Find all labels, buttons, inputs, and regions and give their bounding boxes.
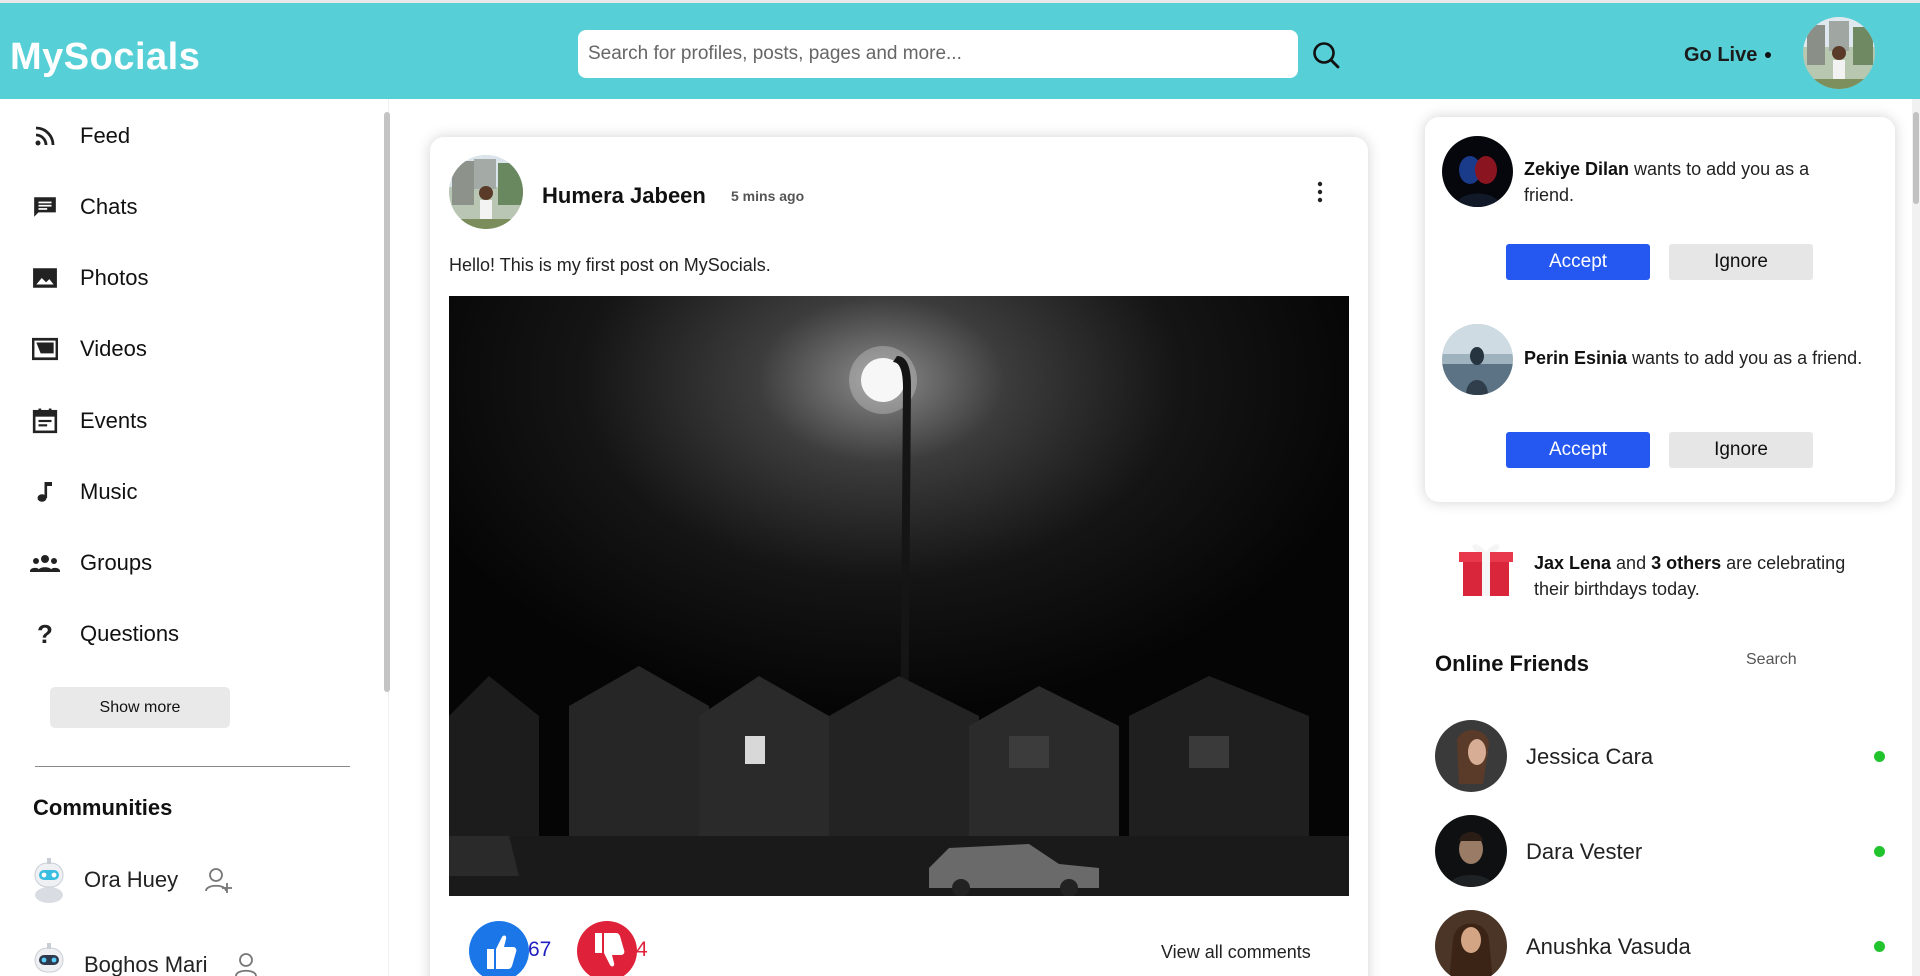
- more-options-icon[interactable]: [1310, 179, 1330, 205]
- online-friend-item[interactable]: Dara Vester: [1435, 815, 1885, 887]
- post-text: Hello! This is my first post on MySocial…: [449, 255, 771, 275]
- sidebar-item-label: Groups: [80, 550, 153, 575]
- online-friend-item[interactable]: Anushka Vasuda: [1435, 910, 1885, 976]
- rss-icon: [30, 121, 60, 151]
- sidebar-item-label: Chats: [80, 194, 138, 219]
- sidebar-item-label: Videos: [80, 336, 147, 361]
- friend-avatar: [1435, 815, 1507, 887]
- online-friends-title: Online Friends: [1435, 651, 1590, 676]
- add-friend-icon[interactable]: [204, 865, 234, 895]
- online-status-dot: [1874, 846, 1885, 857]
- search-box[interactable]: [578, 30, 1298, 78]
- request-message: Zekiye Dilan wants to add you as a frien…: [1524, 159, 1810, 205]
- like-count: 67: [528, 938, 552, 961]
- sidebar-item-label: Events: [80, 408, 148, 433]
- accept-button[interactable]: Accept: [1506, 244, 1650, 280]
- question-icon: ?: [37, 618, 53, 649]
- post-card: Humera Jabeen 5 mins ago Hello! This is …: [430, 137, 1368, 976]
- post-author-name[interactable]: Humera Jabeen: [542, 183, 706, 209]
- thumbs-down-icon: [595, 933, 625, 967]
- app-logo[interactable]: MySocials: [10, 36, 200, 79]
- sidebar-divider: [35, 766, 350, 767]
- friend-name: Anushka Vasuda: [1526, 934, 1691, 959]
- friend-requests-card: Zekiye Dilan wants to add you as a frien…: [1425, 117, 1895, 502]
- sidebar-item-label: Music: [80, 479, 138, 504]
- post-timestamp: 5 mins ago: [731, 188, 805, 204]
- online-status-dot: [1874, 751, 1885, 762]
- request-name[interactable]: Perin Esinia: [1524, 348, 1627, 368]
- sidebar-item-feed[interactable]: Feed: [30, 116, 130, 156]
- search-input[interactable]: [578, 30, 1298, 78]
- request-name[interactable]: Zekiye Dilan: [1524, 159, 1629, 179]
- request-avatar[interactable]: [1442, 324, 1513, 395]
- sidebar-item-photos[interactable]: Photos: [30, 258, 149, 298]
- robot-avatar-icon: [34, 943, 64, 973]
- post-author-avatar[interactable]: [449, 155, 523, 229]
- communities-title: Communities: [33, 795, 173, 820]
- sidebar-item-label: Feed: [80, 123, 131, 148]
- top-bar: MySocials Go Live: [0, 0, 1920, 99]
- accept-button[interactable]: Accept: [1506, 432, 1650, 468]
- sidebar-item-label: Photos: [80, 265, 149, 290]
- sidebar-item-events[interactable]: Events: [30, 401, 147, 441]
- left-sidebar: Feed Chats Photos Videos Events Music Gr…: [0, 99, 388, 976]
- sidebar-item-label: Questions: [80, 621, 180, 646]
- ignore-button[interactable]: Ignore: [1669, 432, 1813, 468]
- sidebar-item-groups[interactable]: Groups: [30, 543, 152, 583]
- sidebar-scrollbar[interactable]: [384, 112, 390, 692]
- view-comments-link[interactable]: View all comments: [1161, 942, 1311, 963]
- go-live-button[interactable]: Go Live: [1684, 44, 1757, 67]
- video-icon: [30, 334, 60, 364]
- show-more-button[interactable]: Show more: [50, 687, 230, 728]
- community-item[interactable]: Ora Huey: [28, 857, 234, 903]
- page-scrollbar-thumb[interactable]: [1913, 112, 1919, 204]
- go-live-dot-icon: [1765, 52, 1771, 58]
- photo-icon: [30, 263, 60, 293]
- music-note-icon: [30, 477, 60, 507]
- groups-icon: [30, 548, 60, 578]
- user-avatar[interactable]: [1803, 17, 1875, 89]
- friend-name: Jessica Cara: [1526, 744, 1654, 769]
- community-name: Ora Huey: [84, 867, 179, 892]
- page-scrollbar-track[interactable]: [1912, 99, 1920, 976]
- dislike-count: 4: [636, 938, 648, 961]
- sidebar-item-music[interactable]: Music: [30, 472, 137, 512]
- friend-avatar: [1435, 720, 1507, 792]
- robot-avatar-icon: [34, 858, 64, 903]
- online-friends-search[interactable]: Search: [1746, 651, 1797, 669]
- add-friend-icon[interactable]: [234, 950, 264, 976]
- online-friend-item[interactable]: Jessica Cara: [1435, 720, 1885, 792]
- gift-icon: [1459, 544, 1513, 596]
- birthday-text: Jax Lena and 3 others are celebrating th…: [1534, 553, 1846, 599]
- like-button[interactable]: [469, 921, 529, 976]
- search-icon[interactable]: [1310, 39, 1342, 71]
- request-avatar[interactable]: [1442, 136, 1513, 207]
- sidebar-item-videos[interactable]: Videos: [30, 329, 147, 369]
- friend-name: Dara Vester: [1526, 839, 1643, 864]
- chat-icon: [30, 192, 60, 222]
- sidebar-item-chats[interactable]: Chats: [30, 187, 137, 227]
- community-name: Boghos Mari: [84, 952, 208, 976]
- friend-avatar: [1435, 910, 1507, 976]
- ignore-button[interactable]: Ignore: [1669, 244, 1813, 280]
- sidebar-item-questions[interactable]: ? Questions: [30, 614, 179, 654]
- thumbs-up-icon: [487, 935, 517, 969]
- birthday-notice: Jax Lena and 3 others are celebrating th…: [1455, 536, 1875, 602]
- request-message: Perin Esinia wants to add you as a frien…: [1524, 348, 1863, 368]
- online-status-dot: [1874, 941, 1885, 952]
- post-image[interactable]: [449, 296, 1349, 896]
- dislike-button[interactable]: [577, 921, 637, 976]
- community-item[interactable]: Boghos Mari: [28, 942, 264, 976]
- calendar-icon: [30, 406, 60, 436]
